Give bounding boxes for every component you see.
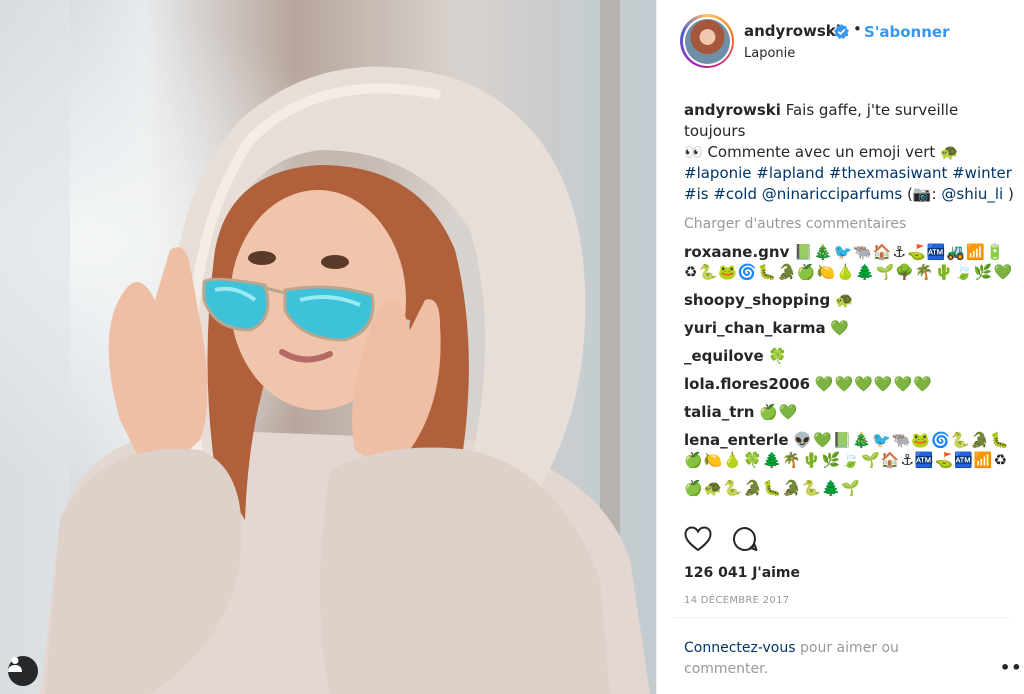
caption-text-2: 👀 Commente avec un emoji vert 🐢 xyxy=(684,143,959,161)
comment-author[interactable]: yuri_chan_karma xyxy=(684,319,826,337)
caption-credit-close: ) xyxy=(1003,185,1014,203)
login-link[interactable]: Connectez-vous xyxy=(684,640,796,656)
person-icon xyxy=(8,657,22,672)
avatar-border xyxy=(682,16,732,66)
divider xyxy=(673,617,1009,618)
comment-author[interactable]: lola.flores2006 xyxy=(684,375,810,393)
heart-icon[interactable] xyxy=(684,526,712,552)
caption-author[interactable]: andyrowski xyxy=(684,101,781,119)
comment-author[interactable]: lena_enterle xyxy=(684,431,789,449)
post-photo[interactable] xyxy=(0,0,656,694)
likes-count[interactable]: 126 041 J'aime xyxy=(684,565,800,581)
comment-truncated: 🍏🐢🐍🐊🐛🐊🐍🌲🌱 xyxy=(684,478,1014,498)
comment-text: 🍏🐢🐍🐊🐛🐊🐍🌲🌱 xyxy=(684,479,862,497)
comment-text: 💚 xyxy=(830,319,851,337)
post-side-panel: andyrowski • S'abonner Laponie andyrowsk… xyxy=(656,0,1024,694)
photo-illustration xyxy=(0,0,656,694)
comment: _equilove 🍀 xyxy=(684,346,1014,366)
speech-bubble-icon[interactable] xyxy=(732,526,758,552)
comment: lena_enterle 👽💚📗🎄🐦🐃🐸🌀🐍🐊🐛🍏🍋🍐🍀🌲🌴🌵🌿🍃🌱🏠⚓🏧⛳🏧📶… xyxy=(684,430,1014,470)
comment-author[interactable]: talia_trn xyxy=(684,403,754,421)
comment: talia_trn 🍏💚 xyxy=(684,402,1014,422)
comment: lola.flores2006 💚💚💚💚💚💚 xyxy=(684,374,1014,394)
header-separator: • xyxy=(853,20,862,38)
caption-camera: (📷: xyxy=(907,185,942,203)
avatar-image xyxy=(684,18,730,64)
caption-hashtags-1[interactable]: #laponie #lapland #thexmasiwant #winter xyxy=(684,164,1012,182)
comments-list[interactable]: andyrowski Fais gaffe, j'te surveille to… xyxy=(684,100,1014,514)
post-date[interactable]: 14 DÉCEMBRE 2017 xyxy=(684,595,789,606)
follow-button[interactable]: S'abonner xyxy=(864,23,950,41)
comment: roxaane.gnv 📗🎄🐦🐃🏠⚓⛳🏧🚜📶🔋♻🐍🐸🌀🐛🐊🍏🍋🍐🌲🌱🌳🌴🌵🍃🌿💚 xyxy=(684,242,1014,282)
load-more-comments-button[interactable]: Charger d'autres commentaires xyxy=(684,214,1014,234)
comment-text: 🐢 xyxy=(834,291,855,309)
comment-text: 🍏💚 xyxy=(759,403,799,421)
login-prompt: Connectez-vous pour aimer ou commenter. xyxy=(684,638,944,680)
post-header: andyrowski • S'abonner Laponie xyxy=(657,0,1024,78)
more-options-button[interactable]: ••• xyxy=(1000,658,1024,677)
location-link[interactable]: Laponie xyxy=(744,46,795,61)
comment-text: 🍀 xyxy=(768,347,789,365)
avatar[interactable] xyxy=(680,14,734,68)
user-tag-button[interactable] xyxy=(8,656,38,686)
caption-credit[interactable]: @shiu_li xyxy=(941,185,1003,203)
comment-text: 💚💚💚💚💚💚 xyxy=(814,375,933,393)
verified-badge-icon xyxy=(834,24,849,39)
comment-author[interactable]: _equilove xyxy=(684,347,764,365)
caption-hashtags-2[interactable]: #is #cold @ninaricciparfums xyxy=(684,185,902,203)
caption: andyrowski Fais gaffe, j'te surveille to… xyxy=(684,100,1014,205)
comment: shoopy_shopping 🐢 xyxy=(684,290,1014,310)
comment: yuri_chan_karma 💚 xyxy=(684,318,1014,338)
username-link[interactable]: andyrowski xyxy=(744,22,841,40)
comment-author[interactable]: roxaane.gnv xyxy=(684,243,789,261)
comment-author[interactable]: shoopy_shopping xyxy=(684,291,830,309)
